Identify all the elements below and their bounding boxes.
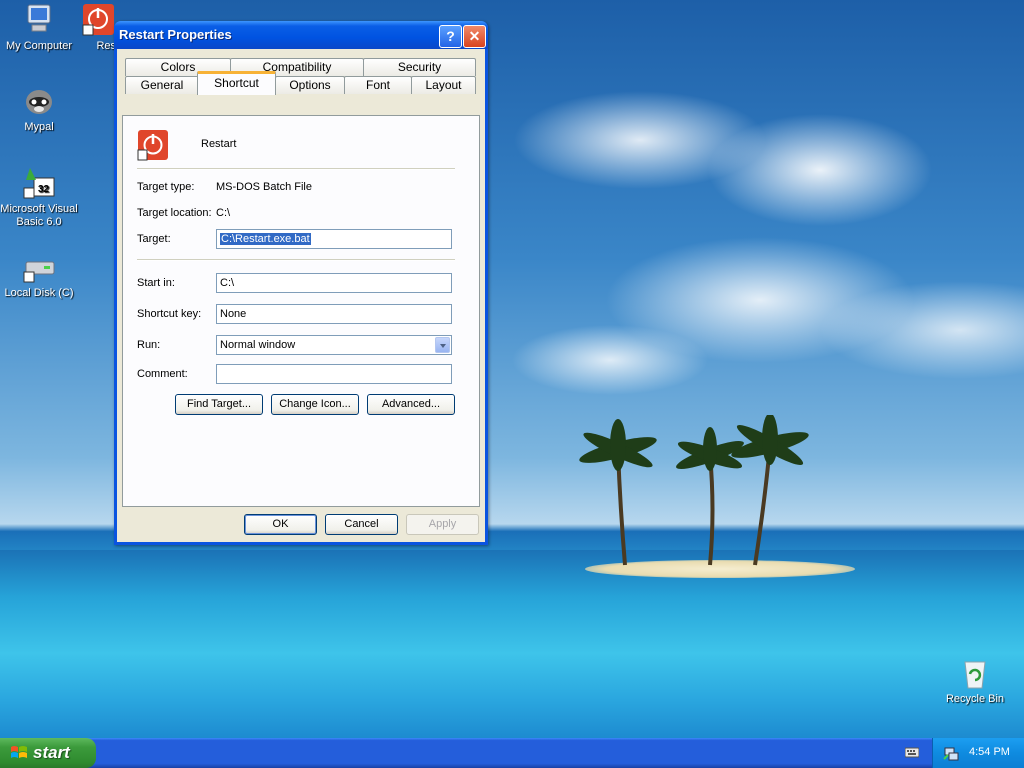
dialog-title: Restart Properties	[119, 27, 232, 42]
desktop-icon-label: Microsoft Visual Basic 6.0	[0, 203, 78, 228]
network-icon[interactable]	[943, 745, 959, 761]
desktop-icon-visual-basic[interactable]: 32 Microsoft Visual Basic 6.0	[0, 166, 78, 229]
shortcut-key-label: Shortcut key:	[137, 308, 202, 320]
desktop-icon-restart[interactable]: Res	[78, 3, 118, 53]
desktop-icon-recycle-bin[interactable]: Recycle Bin	[936, 656, 1014, 706]
desktop-icon-my-computer[interactable]: My Computer	[0, 3, 78, 53]
system-tray: 4:54 PM	[932, 738, 1024, 768]
desktop-icon-label: Res	[96, 40, 116, 52]
comment-input[interactable]	[216, 364, 452, 384]
help-button[interactable]: ?	[439, 25, 462, 48]
dialog-titlebar[interactable]: Restart Properties ? ✕	[114, 21, 488, 49]
target-input[interactable]: C:\Restart.exe.bat	[216, 229, 452, 249]
run-select-value: Normal window	[220, 339, 296, 351]
desktop-icon-label: Local Disk (C)	[4, 287, 74, 299]
ok-button[interactable]: OK	[244, 514, 317, 535]
tab-layout[interactable]: Layout	[411, 76, 476, 94]
shortcut-name: Restart	[201, 138, 237, 150]
properties-dialog: Restart Properties ? ✕ Colors Compatibil…	[114, 21, 488, 545]
close-button[interactable]: ✕	[463, 25, 486, 48]
tab-options[interactable]: Options	[275, 76, 345, 94]
desktop-icon-label: Mypal	[24, 121, 54, 133]
target-type-value: MS-DOS Batch File	[216, 181, 312, 193]
start-button[interactable]: start	[0, 738, 96, 768]
svg-text:32: 32	[38, 184, 50, 195]
run-label: Run:	[137, 339, 161, 351]
desktop-icon-local-disk[interactable]: Local Disk (C)	[0, 250, 78, 300]
tab-security[interactable]: Security	[363, 58, 476, 76]
cancel-button[interactable]: Cancel	[325, 514, 398, 535]
find-target-button[interactable]: Find Target...	[175, 394, 263, 415]
palm-trees-illustration	[579, 415, 809, 566]
tab-general[interactable]: General	[125, 76, 199, 94]
dialog-client-area: Colors Compatibility Security General Sh…	[117, 49, 485, 542]
sea	[0, 550, 1024, 738]
advanced-button[interactable]: Advanced...	[367, 394, 455, 415]
change-icon-button[interactable]: Change Icon...	[271, 394, 359, 415]
separator	[137, 259, 455, 261]
tab-shortcut[interactable]: Shortcut	[197, 71, 276, 95]
shortcut-panel: Restart Target type: MS-DOS Batch File T…	[122, 115, 480, 507]
chevron-down-icon[interactable]	[435, 337, 450, 353]
recycle-bin-icon	[958, 656, 992, 690]
keyboard-icon[interactable]	[904, 746, 920, 758]
start-label: start	[33, 743, 70, 762]
taskbar: start 4:54 PM	[0, 738, 1024, 768]
shortcut-key-input[interactable]: None	[216, 304, 452, 324]
visual-basic-icon: 32	[22, 166, 56, 200]
comment-label: Comment:	[137, 368, 188, 380]
computer-icon	[22, 3, 56, 37]
clock: 4:54 PM	[969, 746, 1010, 758]
target-input-text: C:\Restart.exe.bat	[220, 233, 311, 245]
desktop-icon-label: My Computer	[5, 40, 73, 52]
hard-disk-icon	[22, 250, 56, 284]
start-in-label: Start in:	[137, 277, 175, 289]
target-label: Target:	[137, 233, 171, 245]
start-in-input[interactable]: C:\	[216, 273, 452, 293]
windows-logo-icon	[11, 746, 27, 758]
target-type-label: Target type:	[137, 181, 195, 193]
desktop-icon-label: Recycle Bin	[945, 693, 1005, 705]
run-select[interactable]: Normal window	[216, 335, 452, 355]
apply-button[interactable]: Apply	[406, 514, 479, 535]
separator	[137, 168, 455, 170]
desktop-icon-mypal[interactable]: Mypal	[0, 84, 78, 134]
raccoon-icon	[22, 84, 56, 118]
target-location-label: Target location:	[137, 207, 212, 219]
power-icon	[81, 3, 115, 37]
target-location-value: C:\	[216, 207, 231, 219]
power-icon	[137, 129, 169, 161]
tab-font[interactable]: Font	[344, 76, 412, 94]
